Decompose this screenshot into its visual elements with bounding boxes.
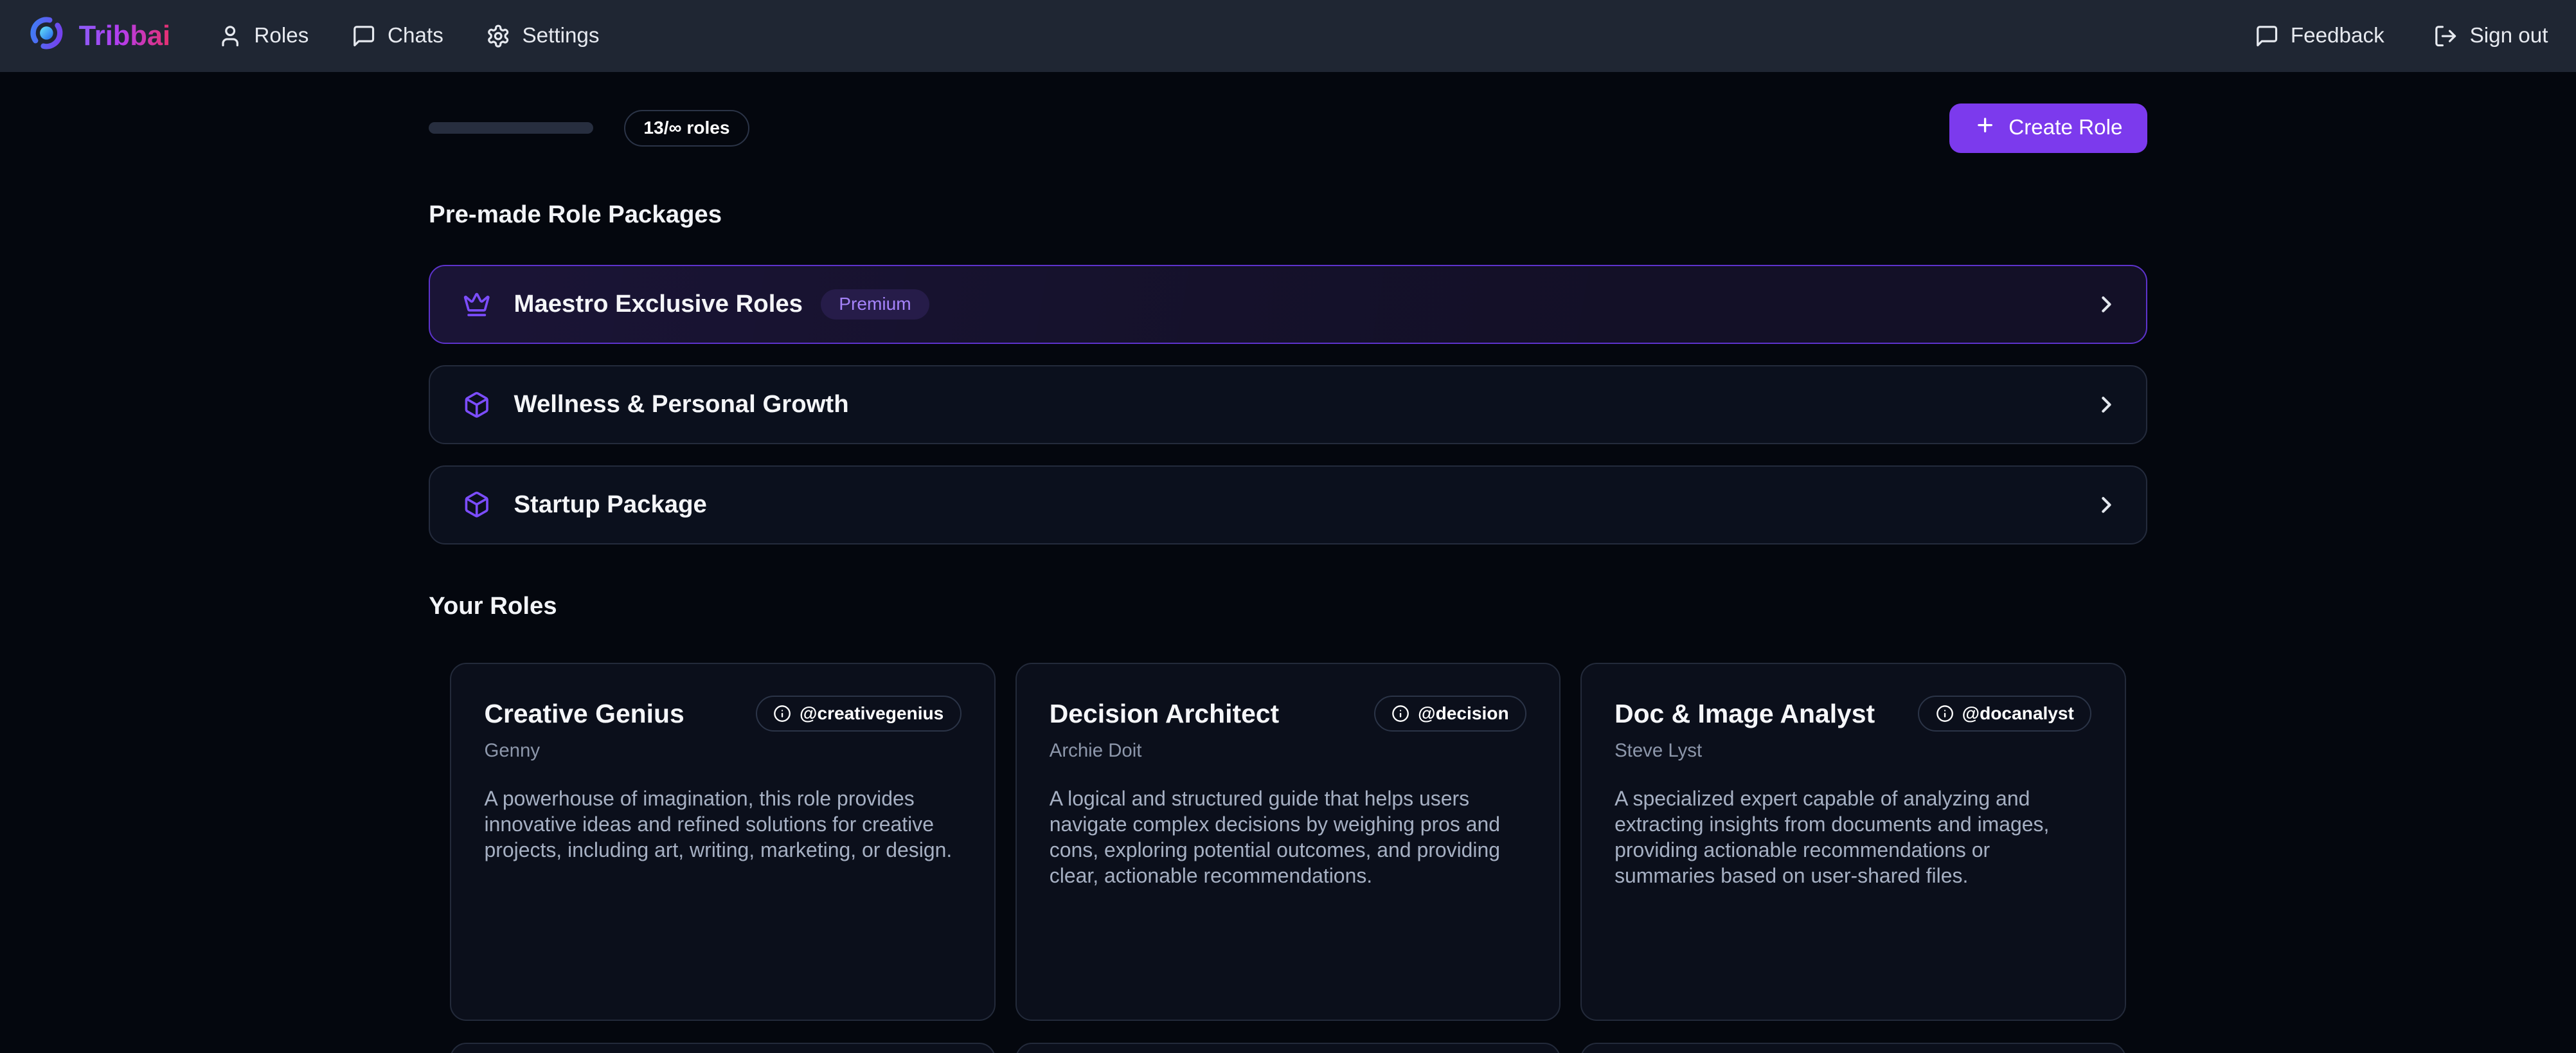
role-description: A powerhouse of imagination, this role p… <box>484 786 961 863</box>
nav-item-roles[interactable]: Roles <box>218 24 309 48</box>
info-icon <box>1936 705 1954 723</box>
role-card[interactable] <box>1015 1043 1561 1053</box>
package-icon <box>463 491 490 518</box>
role-card-creative-genius[interactable]: Creative Genius @creativegenius Genny A … <box>450 663 996 1021</box>
brand-logo[interactable]: Tribbai <box>28 14 170 59</box>
feedback-button[interactable]: Feedback <box>2255 24 2384 48</box>
package-list: Maestro Exclusive Roles Premium Wellness… <box>429 265 2147 544</box>
info-icon <box>773 705 791 723</box>
nav-label: Roles <box>254 24 309 48</box>
nav-label: Settings <box>522 24 599 48</box>
role-handle: @docanalyst <box>1962 703 2074 724</box>
roles-grid: Creative Genius @creativegenius Genny A … <box>450 663 2125 1053</box>
role-subtitle: Genny <box>484 740 961 762</box>
chat-icon <box>2255 24 2279 48</box>
package-row-wellness[interactable]: Wellness & Personal Growth <box>429 365 2147 444</box>
role-title: Doc & Image Analyst <box>1614 696 1875 729</box>
role-card-decision-architect[interactable]: Decision Architect @decision Archie Doit… <box>1015 663 1561 1021</box>
package-row-startup[interactable]: Startup Package <box>429 465 2147 544</box>
tribbai-logo-icon <box>28 14 66 59</box>
role-title: Decision Architect <box>1050 696 1279 729</box>
user-icon <box>218 24 242 48</box>
crown-icon <box>463 291 490 318</box>
chevron-right-icon <box>2093 392 2120 418</box>
sign-out-label: Sign out <box>2470 24 2548 48</box>
create-role-label: Create Role <box>2008 116 2122 140</box>
top-right-actions: Feedback Sign out <box>2255 24 2548 48</box>
role-title: Creative Genius <box>484 696 684 729</box>
roles-toolbar: 13/∞ roles Create Role <box>429 104 2147 153</box>
packages-section-title: Pre-made Role Packages <box>429 201 2147 229</box>
role-handle: @creativegenius <box>800 703 944 724</box>
role-card[interactable] <box>450 1043 996 1053</box>
package-title: Maestro Exclusive Roles <box>514 290 803 318</box>
your-roles-section-title: Your Roles <box>429 592 2147 620</box>
chevron-right-icon <box>2093 492 2120 518</box>
primary-nav: Roles Chats Settings <box>218 24 599 48</box>
create-role-button[interactable]: Create Role <box>1949 104 2147 153</box>
app-window: Tribbai Roles Chats Settings <box>0 0 2576 1053</box>
premium-badge: Premium <box>821 289 929 320</box>
package-icon <box>463 391 490 419</box>
top-navigation-bar: Tribbai Roles Chats Settings <box>0 0 2576 72</box>
feedback-label: Feedback <box>2291 24 2384 48</box>
chevron-right-icon <box>2093 291 2120 318</box>
role-subtitle: Archie Doit <box>1050 740 1526 762</box>
roles-progress-bar <box>429 122 593 134</box>
info-icon <box>1391 705 1409 723</box>
package-row-maestro[interactable]: Maestro Exclusive Roles Premium <box>429 265 2147 344</box>
role-handle-badge[interactable]: @decision <box>1374 696 1526 732</box>
chat-icon <box>352 24 376 48</box>
role-card[interactable] <box>1580 1043 2126 1053</box>
nav-item-settings[interactable]: Settings <box>486 24 599 48</box>
nav-item-chats[interactable]: Chats <box>352 24 443 48</box>
role-subtitle: Steve Lyst <box>1614 740 2091 762</box>
role-description: A specialized expert capable of analyzin… <box>1614 786 2091 889</box>
brand-name: Tribbai <box>79 21 170 52</box>
role-description: A logical and structured guide that help… <box>1050 786 1526 889</box>
main-content: 13/∞ roles Create Role Pre-made Role Pac… <box>0 72 2576 1053</box>
role-handle: @decision <box>1418 703 1508 724</box>
nav-label: Chats <box>388 24 443 48</box>
role-handle-badge[interactable]: @creativegenius <box>756 696 962 732</box>
sign-out-button[interactable]: Sign out <box>2433 24 2548 48</box>
sign-out-icon <box>2433 24 2458 48</box>
plus-icon <box>1974 114 1996 141</box>
gear-icon <box>486 24 510 48</box>
role-card-doc-image-analyst[interactable]: Doc & Image Analyst @docanalyst Steve Ly… <box>1580 663 2126 1021</box>
role-handle-badge[interactable]: @docanalyst <box>1918 696 2091 732</box>
package-title: Startup Package <box>514 491 706 519</box>
roles-count-badge: 13/∞ roles <box>624 110 749 146</box>
package-title: Wellness & Personal Growth <box>514 390 848 419</box>
